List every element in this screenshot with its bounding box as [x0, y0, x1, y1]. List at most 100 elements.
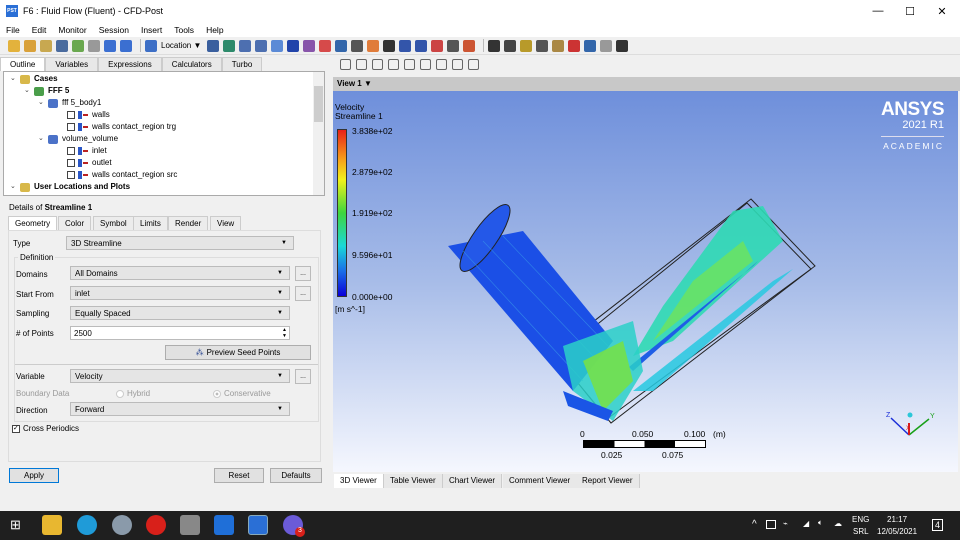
apply-button[interactable]: Apply — [9, 468, 59, 483]
timestep-icon[interactable] — [488, 39, 501, 52]
pan-icon[interactable] — [372, 59, 383, 70]
chevron-down-icon[interactable]: ⌄ — [10, 181, 18, 193]
defaults-button[interactable]: Defaults — [270, 468, 322, 483]
reset-button[interactable]: Reset — [214, 468, 264, 483]
preview-seed-points-button[interactable]: ⁂ Preview Seed Points — [165, 345, 311, 360]
action-center-icon[interactable]: 4 — [932, 519, 944, 531]
start-from-ellipsis-button[interactable]: ... — [295, 286, 311, 301]
sampling-dropdown[interactable]: Equally Spaced — [70, 306, 290, 320]
tab-outline[interactable]: Outline — [0, 57, 46, 71]
tray-chevron-icon[interactable]: ^ — [752, 519, 757, 530]
refresh-icon[interactable] — [72, 39, 84, 52]
tab-limits[interactable]: Limits — [133, 216, 168, 230]
tree-item-walls-trg[interactable]: walls contact_region trg — [67, 121, 176, 133]
variable-ellipsis-button[interactable]: ... — [295, 369, 311, 384]
save-state-icon[interactable] — [56, 39, 68, 52]
macro-icon[interactable] — [568, 39, 581, 52]
menu-file[interactable]: File — [6, 25, 20, 35]
new-file-icon[interactable] — [8, 39, 20, 52]
chevron-down-icon[interactable]: ⌄ — [10, 73, 18, 85]
contour-icon[interactable] — [223, 39, 236, 52]
comment-icon[interactable] — [447, 39, 460, 52]
cfd-post-icon[interactable] — [248, 515, 268, 535]
instance-transform-icon[interactable] — [335, 39, 348, 52]
select-icon[interactable] — [340, 59, 351, 70]
start-from-dropdown[interactable]: inlet — [70, 286, 290, 300]
tray-app-icon[interactable] — [766, 520, 776, 529]
quick-editor-icon[interactable] — [520, 39, 533, 52]
maximize-button[interactable]: ☐ — [894, 0, 926, 22]
tree-scrollbar[interactable] — [313, 72, 324, 195]
probe-icon[interactable] — [536, 39, 549, 52]
fluent-icon[interactable] — [214, 515, 234, 535]
clock-date[interactable]: 12/05/2021 — [877, 527, 917, 536]
function-calculator-icon[interactable] — [552, 39, 565, 52]
chevron-down-icon[interactable]: ⌄ — [38, 97, 46, 109]
animation-icon[interactable] — [504, 39, 517, 52]
visibility-checkbox[interactable] — [67, 171, 75, 179]
command-editor-icon[interactable] — [616, 39, 629, 52]
minimize-button[interactable]: — — [862, 0, 894, 22]
tab-calculators[interactable]: Calculators — [161, 57, 222, 71]
tree-item-cases[interactable]: ⌄ Cases — [10, 73, 58, 85]
keyboard-layout-label[interactable]: SRL — [853, 527, 869, 536]
tab-geometry[interactable]: Geometry — [8, 216, 58, 230]
tree-item-outlet[interactable]: outlet — [67, 157, 112, 169]
tab-variables[interactable]: Variables — [45, 57, 99, 71]
tab-comment-viewer[interactable]: Comment Viewer — [503, 474, 578, 488]
start-button[interactable]: ⊞ — [10, 517, 21, 533]
tab-symbol[interactable]: Symbol — [93, 216, 134, 230]
tab-report-viewer[interactable]: Report Viewer — [576, 474, 640, 488]
zoom-fit-icon[interactable] — [420, 59, 431, 70]
tab-chart-viewer[interactable]: Chart Viewer — [443, 474, 503, 488]
direction-dropdown[interactable]: Forward — [70, 402, 290, 416]
wifi-icon[interactable]: ◢ — [803, 519, 809, 528]
clip-plane-icon[interactable] — [351, 39, 364, 52]
fit-view-icon[interactable] — [436, 59, 447, 70]
volume-rendering-icon[interactable] — [271, 39, 284, 52]
domains-dropdown[interactable]: All Domains — [70, 266, 290, 280]
language-label[interactable]: ENG — [852, 515, 869, 524]
type-dropdown[interactable]: 3D Streamline — [66, 236, 294, 250]
particle-track-icon[interactable] — [255, 39, 268, 52]
rotate-icon[interactable] — [356, 59, 367, 70]
workbench-icon[interactable] — [180, 515, 200, 535]
tab-color[interactable]: Color — [58, 216, 92, 230]
tree-item-body[interactable]: ⌄ fff 5_body1 — [38, 97, 101, 109]
coord-frame-icon[interactable] — [303, 39, 316, 52]
tab-render[interactable]: Render — [168, 216, 209, 230]
text-icon[interactable] — [287, 39, 300, 52]
load-state-icon[interactable] — [40, 39, 52, 52]
variable-dropdown[interactable]: Velocity — [70, 369, 290, 383]
tree-item-walls-src[interactable]: walls contact_region src — [67, 169, 177, 181]
volume-icon[interactable]: 🔈︎ — [818, 518, 823, 528]
tree-item-walls[interactable]: walls — [67, 109, 110, 121]
3d-viewport[interactable]: Velocity Streamline 1 3.838e+02 2.879e+02… — [333, 91, 958, 472]
visibility-checkbox[interactable] — [67, 123, 75, 131]
chevron-down-icon[interactable]: ⌄ — [24, 85, 32, 97]
app-icon[interactable] — [112, 515, 132, 535]
figure-icon[interactable] — [463, 39, 476, 52]
zoom-icon[interactable] — [388, 59, 399, 70]
viewport-layout-icon[interactable] — [452, 59, 463, 70]
view-selector[interactable]: View 1 ▼ — [333, 77, 960, 91]
tab-table-viewer[interactable]: Table Viewer — [384, 474, 443, 488]
tree-item-inlet[interactable]: inlet — [67, 145, 107, 157]
menu-monitor[interactable]: Monitor — [58, 25, 86, 35]
table-icon[interactable] — [415, 39, 428, 52]
tree-item-volume[interactable]: ⌄ volume_volume — [38, 133, 118, 145]
location-button[interactable]: Location ▼ — [145, 39, 201, 52]
case-comparison-icon[interactable] — [600, 39, 613, 52]
tab-view[interactable]: View — [210, 216, 242, 230]
undo-icon[interactable] — [104, 39, 116, 52]
file-explorer-icon[interactable] — [42, 515, 62, 535]
legend-icon[interactable] — [319, 39, 332, 52]
menu-edit[interactable]: Edit — [32, 25, 47, 35]
redo-icon[interactable] — [120, 39, 132, 52]
screenshot-icon[interactable] — [88, 39, 100, 52]
hybrid-radio[interactable]: Hybrid — [116, 389, 150, 398]
tab-3d-viewer[interactable]: 3D Viewer — [334, 474, 384, 488]
visibility-checkbox[interactable] — [67, 159, 75, 167]
points-input[interactable]: 2500 ▲ ▼ — [70, 326, 290, 340]
onedrive-icon[interactable]: ☁︎ — [834, 519, 842, 528]
